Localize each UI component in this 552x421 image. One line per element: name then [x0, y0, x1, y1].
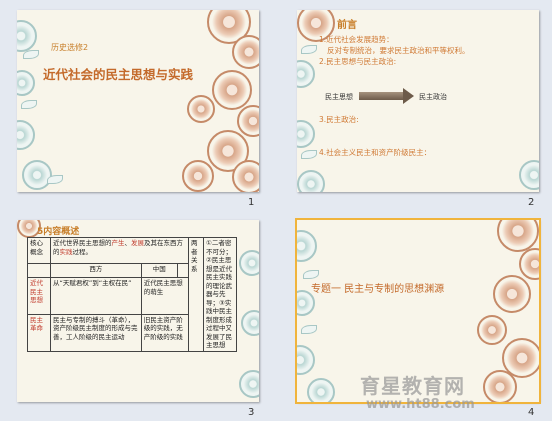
leaf-ornament [301, 150, 317, 159]
flower-ornament [239, 250, 259, 276]
preface-item-2: 2.民主思想与民主政治: [319, 57, 397, 66]
slide-number: 2 [528, 197, 535, 208]
flower-ornament [241, 310, 259, 336]
flower-ornament [493, 275, 531, 313]
flower-ornament [232, 35, 259, 69]
leaf-ornament [23, 50, 39, 59]
core-text: 近代世界民主思想的产生、发展及其在东西方的实践过程。 [50, 237, 189, 264]
flower-ornament [17, 120, 35, 150]
flower-ornament [17, 70, 35, 96]
flower-ornament [237, 105, 259, 137]
flower-ornament [297, 345, 315, 375]
flower-ornament [483, 370, 517, 402]
row2-label: 民主革命 [27, 313, 51, 352]
slide-title: 5内容概述 [37, 227, 80, 237]
col-china: 中国 [140, 262, 178, 279]
slide-thumbnail-1[interactable]: 历史选修2 近代社会的民主思想与实践 [17, 10, 259, 192]
flower-ornament [297, 60, 315, 88]
row1-china: 近代民主思想的萌生 [140, 277, 190, 315]
preface-item-1-detail: 反对专制统治，要求民主政治和平等权利。 [327, 46, 470, 55]
preface-item-3: 3.民主政治: [319, 115, 359, 124]
flower-ornament [297, 120, 315, 148]
leaf-ornament [47, 175, 63, 184]
watermark-brand: 育星教育网 [360, 374, 465, 398]
flower-ornament [297, 170, 325, 192]
slide-thumbnail-3[interactable]: 5内容概述 核心概念 近代世界民主思想的产生、发展及其在东西方的实践过程。 两者… [17, 220, 259, 402]
preface-item-1: 1.近代社会发展趋势： [319, 35, 394, 44]
relation-text: ①二者密不可分；②民主思想是近代民主实践的理论武器与先导；③实践中民主制度形成过… [203, 237, 237, 352]
slide-thumbnail-2[interactable]: 前言 1.近代社会发展趋势： 反对专制统治，要求民主政治和平等权利。 2.民主思… [297, 10, 539, 192]
col-west: 西方 [50, 262, 142, 279]
row2-west: 民主与专制的搏斗（革命），资产阶级民主制度的形成与完善，工人阶级的民主运动 [50, 313, 142, 352]
slide-number: 3 [248, 407, 255, 418]
flower-ornament [519, 160, 539, 190]
leaf-ornament [301, 45, 317, 54]
flower-ornament [187, 95, 215, 123]
flower-ornament [477, 315, 507, 345]
diagram-right-label: 民主政治 [419, 93, 447, 101]
slide-number: 1 [248, 197, 255, 208]
flower-ornament [182, 160, 214, 192]
leaf-ornament [301, 325, 317, 334]
slide-title: 近代社会的民主思想与实践 [43, 67, 194, 82]
row1-label: 近代民主思想 [27, 277, 51, 315]
slide-number: 4 [528, 407, 535, 418]
flower-ornament [22, 160, 52, 190]
flower-ornament [307, 378, 335, 402]
flower-ornament [232, 160, 259, 192]
core-label: 核心概念 [27, 237, 51, 264]
flower-ornament [239, 370, 259, 398]
slide-title: 前言 [337, 20, 357, 31]
flower-ornament [17, 20, 37, 52]
leaf-ornament [21, 100, 37, 109]
diagram-left-label: 民主思想 [325, 93, 353, 101]
arrow-body [359, 92, 403, 100]
preface-item-4: 4.社会主义民主和资产阶级民主： [319, 148, 432, 157]
flower-ornament [297, 230, 317, 262]
slide-title: 专题一 民主与专制的思想渊源 [311, 284, 445, 295]
leaf-ornament [303, 270, 319, 279]
flower-ornament [519, 248, 539, 280]
flower-ornament [212, 70, 252, 110]
row1-west: 从“天赋君权”到“主权在民” [50, 277, 142, 315]
overview-table: 核心概念 近代世界民主思想的产生、发展及其在东西方的实践过程。 两者关系 ①二者… [27, 237, 237, 352]
row2-china: 旧民主资产阶级的实践，无产阶级的实践 [140, 313, 190, 352]
relation-label: 两者关系 [188, 237, 204, 352]
arrow-right-icon [403, 88, 414, 104]
watermark-url: www.ht88.com [366, 397, 475, 412]
slide-subtitle: 历史选修2 [51, 43, 89, 52]
